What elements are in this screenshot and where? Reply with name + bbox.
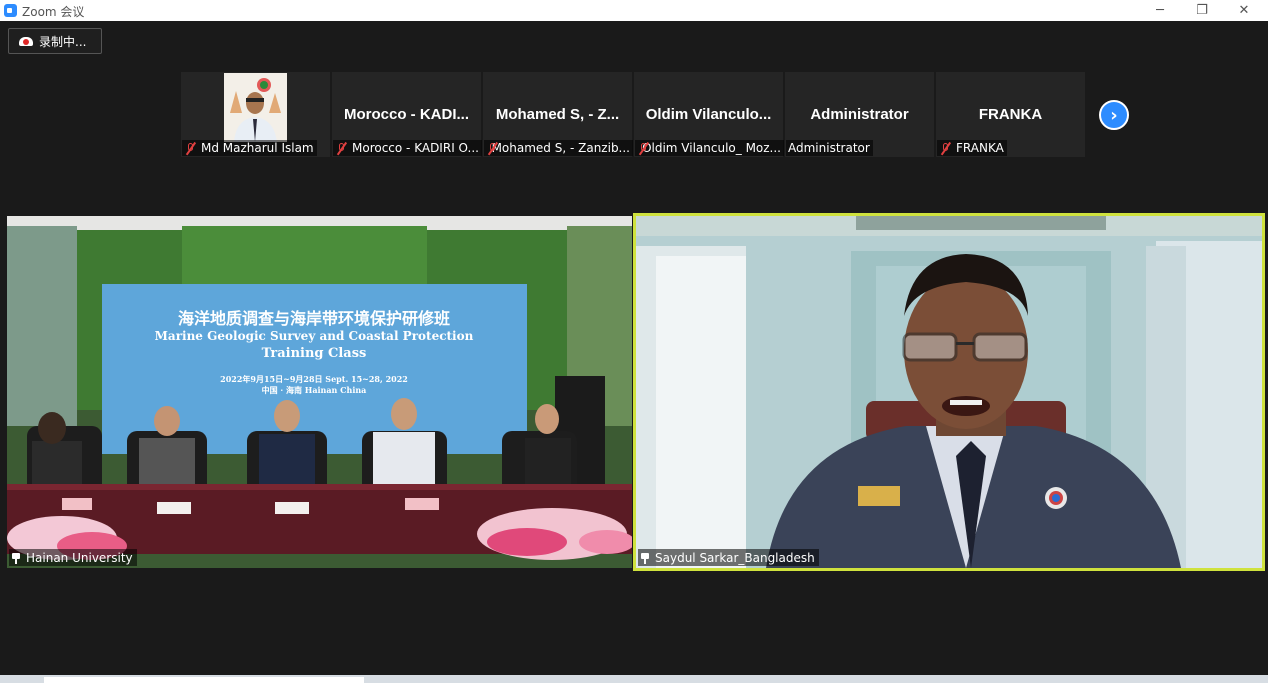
- participant-name-tag: Md Mazharul Islam: [182, 140, 317, 156]
- participant-name: Md Mazharul Islam: [201, 141, 314, 155]
- banner-place: 中国 · 海南 Hainan China: [262, 385, 367, 395]
- taskbar-window-preview: [44, 677, 364, 683]
- pin-icon: [640, 552, 650, 564]
- participant-name: FRANKA: [956, 141, 1004, 155]
- banner-en-line1: Marine Geologic Survey and Coastal Prote…: [155, 329, 474, 343]
- video-feed-speaker: [636, 216, 1262, 568]
- mic-muted-icon: [939, 142, 952, 155]
- video-name-tag: Saydul Sarkar_Bangladesh: [638, 549, 819, 566]
- participant-thumbnail[interactable]: Md Mazharul Islam: [181, 72, 330, 157]
- participant-name: Oldim Vilanculo_ Moz...: [642, 141, 781, 155]
- video-name-tag: Hainan University: [9, 549, 137, 566]
- banner-dates: 2022年9月15日~9月28日 Sept. 15~28, 2022: [220, 374, 408, 384]
- participant-video-feed: [224, 73, 287, 142]
- zoom-logo-icon: [4, 4, 17, 17]
- participant-name-tag: Mohamed S, - Zanzib...: [484, 140, 633, 156]
- participant-thumbnail[interactable]: Administrator Administrator: [785, 72, 934, 157]
- participant-thumbnail[interactable]: Mohamed S, - Z... Mohamed S, - Zanzib...: [483, 72, 633, 157]
- maximize-button[interactable]: ❐: [1182, 0, 1222, 21]
- recording-label: 录制中...: [39, 34, 87, 49]
- recording-indicator[interactable]: 录制中...: [8, 28, 102, 54]
- recording-icon: [19, 36, 33, 46]
- participant-thumbnail[interactable]: FRANKA FRANKA: [936, 72, 1085, 157]
- participant-name: Mohamed S, - Zanzib...: [491, 141, 630, 155]
- pin-icon: [11, 552, 21, 564]
- participant-name-tag: Oldim Vilanculo_ Moz...: [635, 140, 784, 156]
- taskbar-strip: [0, 675, 1268, 683]
- title-bar: Zoom 会议 ─ ❐ ✕: [0, 0, 1268, 21]
- video-tile-active-speaker[interactable]: Saydul Sarkar_Bangladesh: [633, 213, 1265, 571]
- mic-muted-icon: [335, 142, 348, 155]
- video-participant-name: Hainan University: [26, 550, 133, 565]
- video-feed-conference-room: 海洋地质调查与海岸带环境保护研修班 Marine Geologic Survey…: [7, 216, 632, 560]
- chevron-right-icon: ›: [1110, 104, 1118, 126]
- close-button[interactable]: ✕: [1224, 0, 1264, 21]
- banner-en-line2: Training Class: [262, 346, 367, 361]
- participant-name-tag: Administrator: [786, 140, 873, 156]
- participant-thumbnail[interactable]: Oldim Vilanculo... Oldim Vilanculo_ Moz.…: [634, 72, 784, 157]
- participant-name-tag: FRANKA: [937, 140, 1007, 156]
- window-title: Zoom 会议: [22, 5, 85, 19]
- participant-name-tag: Morocco - KADIRI O...: [333, 140, 482, 156]
- mic-muted-icon: [637, 142, 647, 155]
- video-tile-hainan-university[interactable]: 海洋地质调查与海岸带环境保护研修班 Marine Geologic Survey…: [7, 216, 632, 568]
- participant-name: Morocco - KADIRI O...: [352, 141, 479, 155]
- participant-thumbnail[interactable]: Morocco - KADI... Morocco - KADIRI O...: [332, 72, 482, 157]
- video-participant-name: Saydul Sarkar_Bangladesh: [655, 550, 815, 565]
- mic-muted-icon: [184, 142, 197, 155]
- participant-name: Administrator: [788, 141, 870, 155]
- next-page-button[interactable]: ›: [1099, 100, 1129, 130]
- mic-muted-icon: [486, 142, 494, 155]
- banner-cn-title: 海洋地质调查与海岸带环境保护研修班: [178, 309, 450, 328]
- minimize-button[interactable]: ─: [1140, 0, 1180, 21]
